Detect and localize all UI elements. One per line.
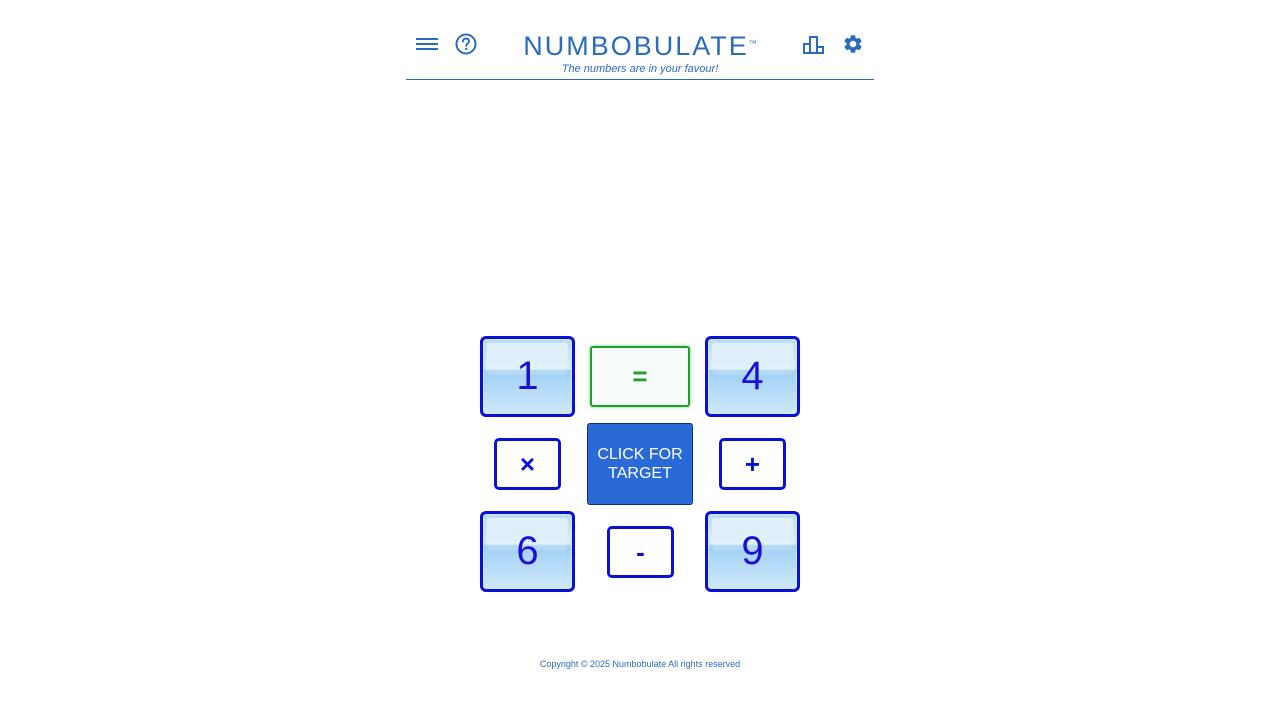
number-tile[interactable]: 9 <box>705 511 800 592</box>
number-tile[interactable]: 4 <box>705 336 800 417</box>
game-board: 1 = 4 × CLICK FOR TARGET + 6 - 9 <box>0 0 1280 720</box>
number-tile[interactable]: 1 <box>480 336 575 417</box>
tile-value: 9 <box>741 529 764 573</box>
add-button[interactable]: + <box>719 438 786 490</box>
number-tile[interactable]: 6 <box>480 511 575 592</box>
subtract-button[interactable]: - <box>607 526 674 578</box>
target-button[interactable]: CLICK FOR TARGET <box>587 423 693 505</box>
tile-value: 4 <box>741 354 764 398</box>
tile-value: 1 <box>516 354 539 398</box>
multiply-button[interactable]: × <box>494 438 561 490</box>
equals-button[interactable]: = <box>590 346 690 407</box>
footer-copyright: Copyright © 2025 Numbobulate All rights … <box>539 659 741 669</box>
tile-value: 6 <box>516 529 539 573</box>
